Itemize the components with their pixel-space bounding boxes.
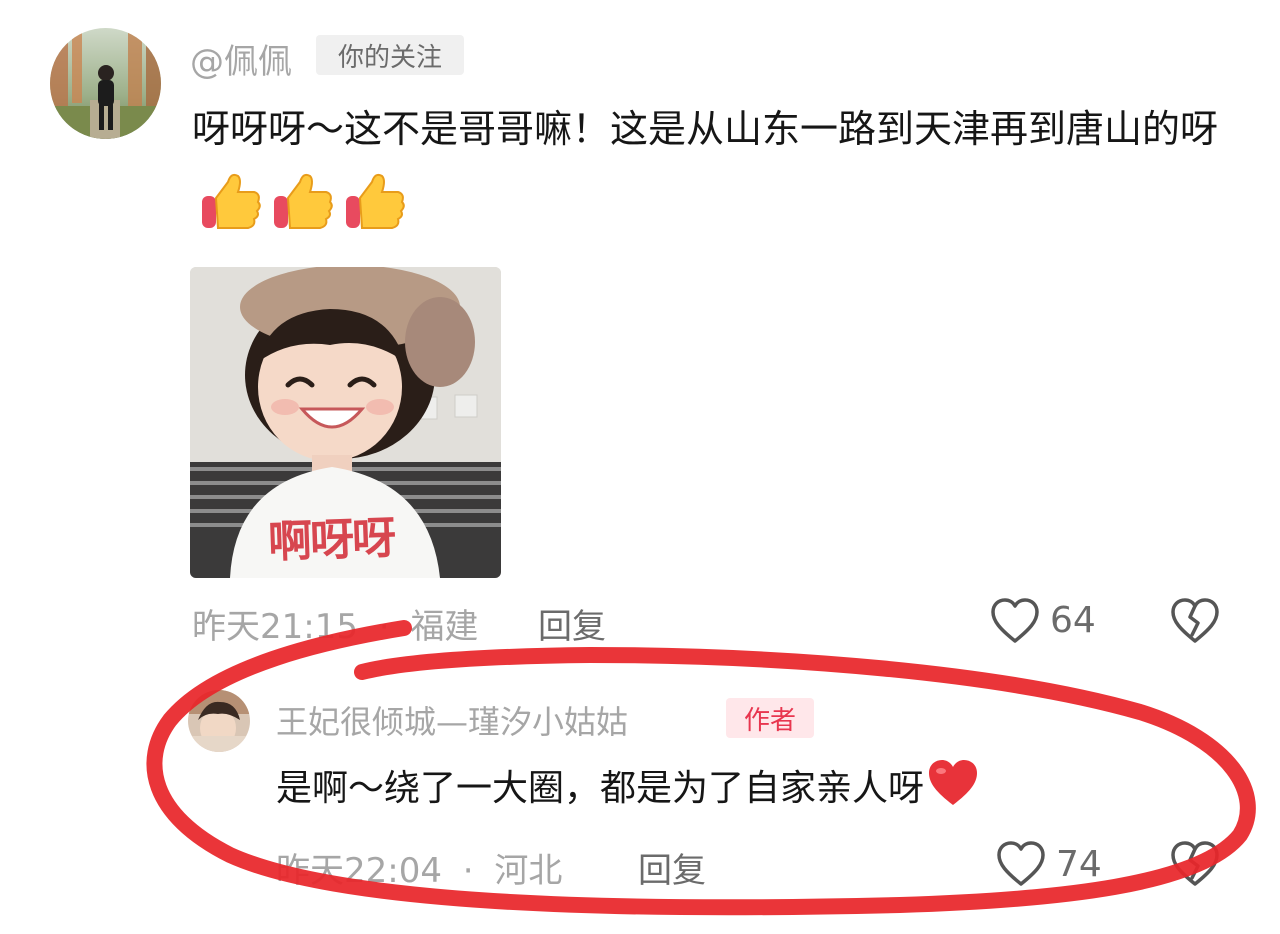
username[interactable]: @佩佩 [190,34,292,83]
red-heart-icon [926,758,980,808]
meta-separator: · [378,607,390,647]
comment-meta: 昨天21:15 · 福建 [192,599,478,648]
broken-heart-icon [1171,598,1219,643]
thumbs-up-icon [342,168,408,234]
thumbs-up-icon [198,168,264,234]
dislike-button[interactable] [1170,597,1220,645]
sticker-image[interactable]: 啊呀呀 [190,267,501,578]
comment-text-content: 是啊～绕了一大圈，都是为了自家亲人呀 [276,768,925,809]
broken-heart-icon [1171,841,1219,886]
reply-button[interactable]: 回复 [638,843,706,892]
sticker-caption: 啊呀呀 [267,512,396,569]
timestamp: 昨天22:04 [276,851,442,891]
avatar[interactable] [50,28,161,139]
comment-text: 是啊～绕了一大圈，都是为了自家亲人呀 [276,750,1236,828]
meta-separator: · [462,851,474,891]
like-button[interactable] [996,840,1046,888]
reply-button[interactable]: 回复 [538,599,606,648]
like-button[interactable] [990,597,1040,645]
thumbs-up-icon [270,168,336,234]
location: 福建 [410,607,479,647]
comment-text: 呀呀呀～这不是哥哥嘛！这是从山东一路到天津再到唐山的呀 [192,90,1232,246]
avatar[interactable] [188,690,250,752]
avatar-photo [188,690,250,752]
username[interactable]: 王妃很倾城—瑾汐小姑姑 [276,697,628,743]
like-count: 74 [1056,844,1102,885]
following-badge: 你的关注 [316,35,464,75]
dislike-button[interactable] [1170,840,1220,888]
comment-text-content: 呀呀呀～这不是哥哥嘛！这是从山东一路到天津再到唐山的呀 [192,107,1219,151]
location: 河北 [494,851,563,891]
timestamp: 昨天21:15 [192,607,358,647]
author-badge: 作者 [726,698,814,738]
heart-outline-icon [991,598,1039,643]
heart-outline-icon [997,841,1045,886]
comment-2-reply: 王妃很倾城—瑾汐小姑姑 作者 是啊～绕了一大圈，都是为了自家亲人呀 昨天22:0… [0,650,1280,934]
comment-meta: 昨天22:04 · 河北 [276,843,562,892]
comment-1: @佩佩 你的关注 呀呀呀～这不是哥哥嘛！这是从山东一路到天津再到唐山的呀 啊呀呀… [0,0,1280,650]
avatar-photo [50,28,161,139]
like-count: 64 [1050,600,1096,641]
